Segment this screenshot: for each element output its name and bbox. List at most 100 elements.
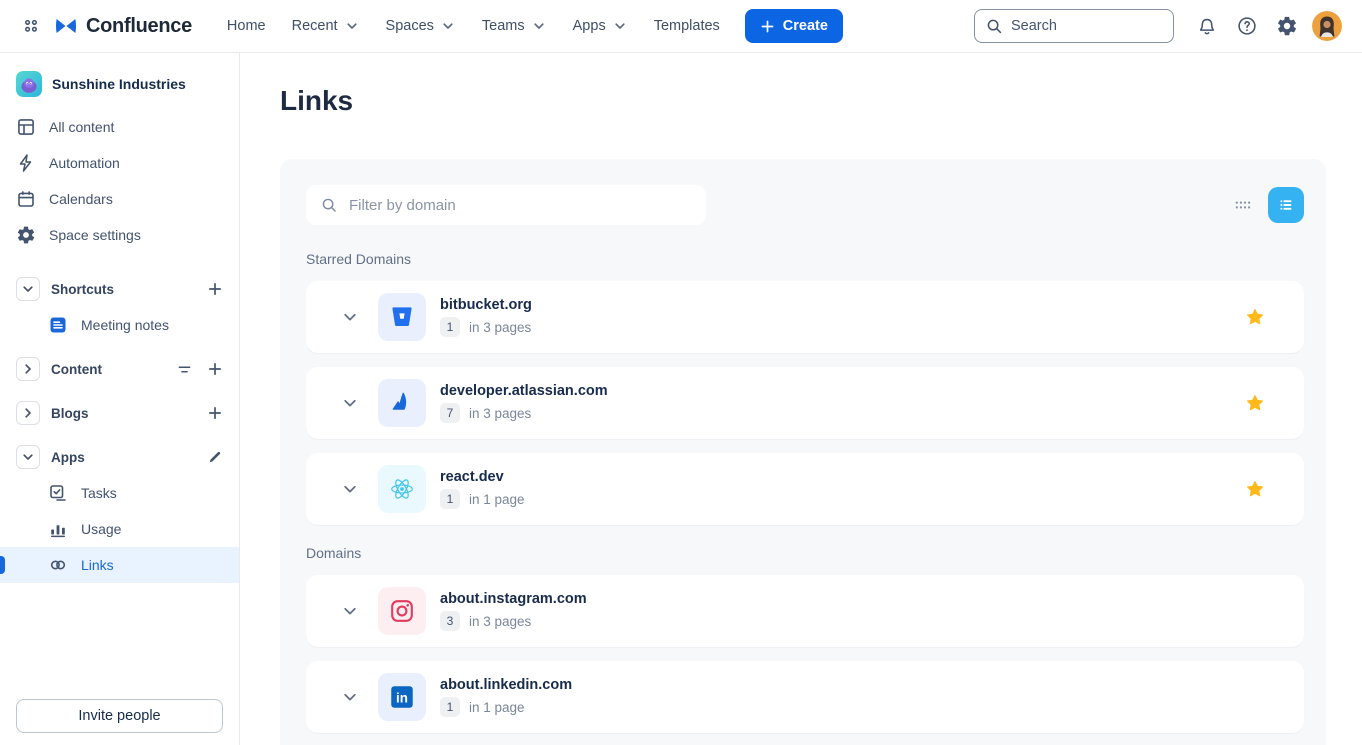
sidebar-item-label: Space settings bbox=[49, 227, 141, 243]
list-view-button[interactable] bbox=[1268, 187, 1304, 223]
star-icon[interactable] bbox=[1244, 392, 1266, 414]
expand-row-button[interactable] bbox=[340, 601, 360, 621]
pencil-icon[interactable] bbox=[207, 449, 223, 465]
expand-row-button[interactable] bbox=[340, 479, 360, 499]
settings-button[interactable] bbox=[1270, 9, 1304, 43]
linkedin-logo-tile: in bbox=[378, 673, 426, 721]
sidebar-item-calendars[interactable]: Calendars bbox=[0, 181, 239, 217]
sidebar-item-automation[interactable]: Automation bbox=[0, 145, 239, 181]
domain-info: about.instagram.com3in 3 pages bbox=[440, 591, 587, 631]
nav-item-label: Recent bbox=[292, 18, 338, 34]
search-box[interactable] bbox=[974, 9, 1174, 43]
domain-row[interactable]: in about.linkedin.com1in 1 page bbox=[306, 661, 1304, 733]
invite-people-button[interactable]: Invite people bbox=[16, 699, 223, 733]
main-content: Links Starred Domains bitbucket.org 1 in 3 … bbox=[240, 53, 1362, 745]
link-count-badge: 1 bbox=[440, 317, 460, 337]
group-actions bbox=[207, 405, 223, 421]
create-button-label: Create bbox=[783, 18, 828, 34]
domain-title: bitbucket.org bbox=[440, 297, 532, 313]
sidebar-item-space-settings[interactable]: Space settings bbox=[0, 217, 239, 253]
nav-item-label: Apps bbox=[573, 18, 606, 34]
app-switcher-button[interactable] bbox=[14, 9, 48, 43]
filter-input[interactable] bbox=[349, 197, 692, 214]
instagram-logo-icon bbox=[388, 597, 416, 625]
sidebar-item-usage[interactable]: Usage bbox=[0, 511, 239, 547]
sidebar-group-shortcuts[interactable]: Shortcuts bbox=[0, 271, 239, 307]
expand-toggle-button[interactable] bbox=[16, 401, 40, 425]
all-content-icon bbox=[16, 117, 36, 137]
nav-item-spaces[interactable]: Spaces bbox=[375, 11, 467, 41]
filter-icon[interactable] bbox=[176, 361, 193, 378]
star-icon[interactable] bbox=[1244, 306, 1266, 328]
sidebar-group-apps[interactable]: Apps bbox=[0, 439, 239, 475]
expand-toggle-button[interactable] bbox=[16, 357, 40, 381]
sidebar-item-label: Calendars bbox=[49, 191, 113, 207]
gear-icon bbox=[16, 225, 36, 245]
filter-box[interactable] bbox=[306, 185, 706, 225]
help-button[interactable] bbox=[1230, 9, 1264, 43]
chevron-down-icon bbox=[612, 18, 628, 34]
group-actions bbox=[176, 361, 223, 378]
plus-icon[interactable] bbox=[207, 405, 223, 421]
chevron-down-icon bbox=[344, 18, 360, 34]
atlassian-logo-tile bbox=[378, 379, 426, 427]
notifications-button[interactable] bbox=[1190, 9, 1224, 43]
nav-item-home[interactable]: Home bbox=[216, 11, 277, 41]
sidebar-item-label: Links bbox=[81, 557, 114, 573]
calendar-icon bbox=[16, 189, 36, 209]
space-header[interactable]: Sunshine Industries bbox=[0, 65, 239, 109]
tasks-icon bbox=[48, 483, 68, 503]
section-label: Starred Domains bbox=[306, 251, 1304, 267]
pages-text: in 3 pages bbox=[469, 406, 531, 421]
chevron-down-lg-icon bbox=[340, 601, 360, 621]
expand-row-button[interactable] bbox=[340, 393, 360, 413]
chevron-down-lg-icon bbox=[340, 307, 360, 327]
domain-sections: Starred Domains bitbucket.org 1 in 3 pagesd… bbox=[306, 251, 1304, 733]
sidebar-group-content[interactable]: Content bbox=[0, 351, 239, 387]
sidebar-item-label: All content bbox=[49, 119, 114, 135]
expand-toggle-button[interactable] bbox=[16, 445, 40, 469]
nav-item-teams[interactable]: Teams bbox=[471, 11, 558, 41]
search-input[interactable] bbox=[1011, 18, 1163, 34]
nav-item-apps[interactable]: Apps bbox=[562, 11, 639, 41]
sidebar-group-label: Content bbox=[51, 362, 102, 377]
create-button[interactable]: Create bbox=[745, 9, 843, 43]
domain-title: react.dev bbox=[440, 469, 525, 485]
view-toggles bbox=[1226, 187, 1304, 223]
chevron-down-icon bbox=[531, 18, 547, 34]
domain-info: about.linkedin.com1in 1 page bbox=[440, 677, 572, 717]
plus-icon[interactable] bbox=[207, 281, 223, 297]
sidebar-group-blogs[interactable]: Blogs bbox=[0, 395, 239, 431]
expand-row-button[interactable] bbox=[340, 307, 360, 327]
nav-item-templates[interactable]: Templates bbox=[643, 11, 731, 41]
nav-item-recent[interactable]: Recent bbox=[281, 11, 371, 41]
domain-row[interactable]: about.instagram.com3in 3 pages bbox=[306, 575, 1304, 647]
sidebar-item-label: Usage bbox=[81, 521, 121, 537]
search-icon bbox=[985, 17, 1003, 35]
sidebar-item-meeting-notes[interactable]: Meeting notes bbox=[0, 307, 239, 343]
expand-row-button[interactable] bbox=[340, 687, 360, 707]
grid-view-button[interactable] bbox=[1226, 188, 1260, 222]
sidebar-item-label: Automation bbox=[49, 155, 120, 171]
nav-item-label: Teams bbox=[482, 18, 525, 34]
plus-icon[interactable] bbox=[207, 361, 223, 377]
gear-icon bbox=[1276, 15, 1298, 37]
domain-info: developer.atlassian.com7in 3 pages bbox=[440, 383, 608, 423]
chevron-down-icon bbox=[440, 18, 456, 34]
link-count-badge: 1 bbox=[440, 489, 460, 509]
group-actions bbox=[207, 449, 223, 465]
domain-row[interactable]: react.dev1in 1 page bbox=[306, 453, 1304, 525]
page-title: Links bbox=[280, 85, 1326, 117]
expand-toggle-button[interactable] bbox=[16, 277, 40, 301]
chevron-right-icon bbox=[20, 361, 36, 377]
sidebar-item-all-content[interactable]: All content bbox=[0, 109, 239, 145]
topbar-right bbox=[974, 9, 1344, 43]
domain-row[interactable]: bitbucket.org1in 3 pages bbox=[306, 281, 1304, 353]
sidebar-item-tasks[interactable]: Tasks bbox=[0, 475, 239, 511]
plus-icon bbox=[760, 19, 775, 34]
confluence-logo[interactable]: Confluence bbox=[54, 14, 192, 38]
user-avatar[interactable] bbox=[1310, 9, 1344, 43]
star-icon[interactable] bbox=[1244, 478, 1266, 500]
domain-row[interactable]: developer.atlassian.com7in 3 pages bbox=[306, 367, 1304, 439]
sidebar-item-links[interactable]: Links bbox=[0, 547, 239, 583]
